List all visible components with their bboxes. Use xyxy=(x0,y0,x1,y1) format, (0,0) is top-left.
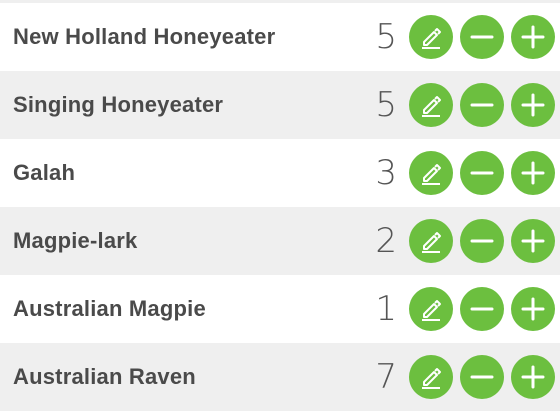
decrement-button[interactable] xyxy=(460,15,504,59)
increment-button[interactable] xyxy=(511,287,555,331)
decrement-button[interactable] xyxy=(460,219,504,263)
decrement-button[interactable] xyxy=(460,151,504,195)
list-item: Magpie-lark 2 xyxy=(0,207,560,275)
bird-name: New Holland Honeyeater xyxy=(13,24,276,49)
increment-button[interactable] xyxy=(511,15,555,59)
plus-icon xyxy=(521,93,545,117)
decrement-button[interactable] xyxy=(460,83,504,127)
decrement-button[interactable] xyxy=(460,355,504,399)
pencil-icon xyxy=(422,300,441,321)
bird-count: 2 xyxy=(375,221,397,261)
minus-icon xyxy=(470,171,494,175)
increment-button[interactable] xyxy=(511,355,555,399)
increment-button[interactable] xyxy=(511,151,555,195)
bird-name: Australian Magpie xyxy=(13,296,206,321)
edit-button[interactable] xyxy=(409,15,453,59)
edit-button[interactable] xyxy=(409,287,453,331)
edit-button[interactable] xyxy=(409,355,453,399)
edit-button[interactable] xyxy=(409,219,453,263)
bird-name: Galah xyxy=(13,160,76,185)
bird-count: 1 xyxy=(375,289,397,329)
bird-name: Australian Raven xyxy=(13,364,196,389)
plus-icon xyxy=(521,229,545,253)
pencil-icon xyxy=(422,28,441,49)
bird-count-list: New Holland Honeyeater 5 Singing Honeyea… xyxy=(0,0,560,411)
edit-button[interactable] xyxy=(409,83,453,127)
bird-name: Magpie-lark xyxy=(13,228,138,253)
pencil-icon xyxy=(422,232,441,253)
list-item: Singing Honeyeater 5 xyxy=(0,71,560,139)
edit-button[interactable] xyxy=(409,151,453,195)
minus-icon xyxy=(470,35,494,39)
minus-icon xyxy=(470,375,494,379)
minus-icon xyxy=(470,103,494,107)
increment-button[interactable] xyxy=(511,219,555,263)
minus-icon xyxy=(470,307,494,311)
pencil-icon xyxy=(422,164,441,185)
bird-name: Singing Honeyeater xyxy=(13,92,224,117)
list-item: Australian Magpie 1 xyxy=(0,275,560,343)
decrement-button[interactable] xyxy=(460,287,504,331)
bird-count: 5 xyxy=(375,85,397,125)
plus-icon xyxy=(521,161,545,185)
plus-icon xyxy=(521,25,545,49)
minus-icon xyxy=(470,239,494,243)
bird-count: 5 xyxy=(375,17,397,57)
pencil-icon xyxy=(422,96,441,117)
increment-button[interactable] xyxy=(511,83,555,127)
pencil-icon xyxy=(422,368,441,389)
bird-count: 3 xyxy=(375,153,397,193)
list-item: New Holland Honeyeater 5 xyxy=(0,3,560,71)
bird-count: 7 xyxy=(375,357,397,397)
list-item: Galah 3 xyxy=(0,139,560,207)
list-item: Australian Raven 7 xyxy=(0,343,560,411)
plus-icon xyxy=(521,297,545,321)
plus-icon xyxy=(521,365,545,389)
